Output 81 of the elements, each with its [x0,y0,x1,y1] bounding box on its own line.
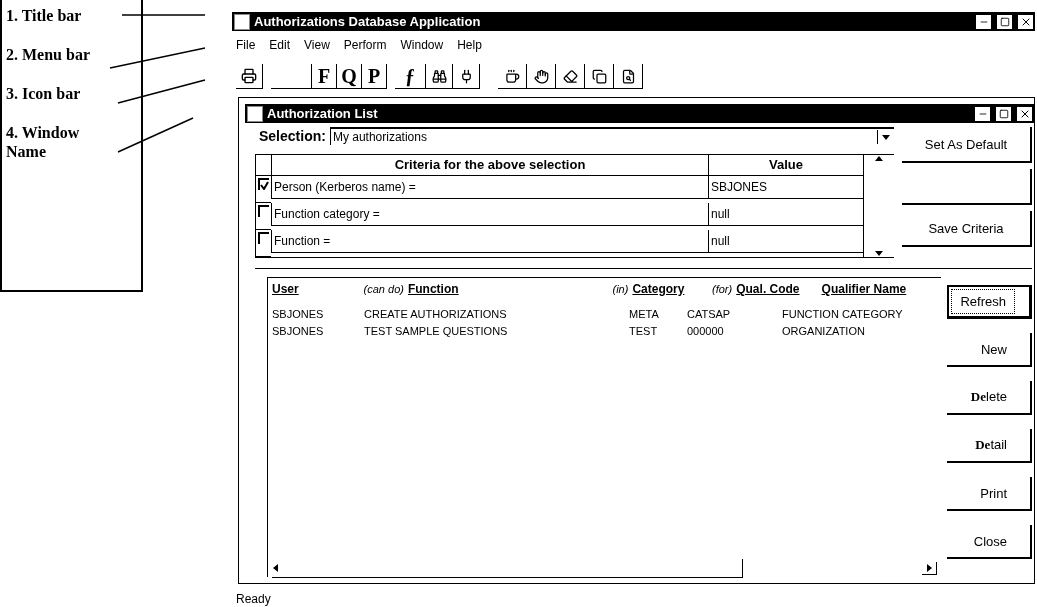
callout-label: 4. Window Name [6,123,81,161]
selection-dropdown[interactable]: My authorizations [329,127,894,145]
plug-icon[interactable] [453,64,480,89]
table-cell: null [708,230,863,253]
minimize-button[interactable] [976,14,991,29]
table-cell-text: 000000 [687,324,725,339]
table-cell: Function category = [271,203,708,226]
maximize-icon [999,16,1010,27]
table-cell: Function = [271,230,708,253]
table-cell-text: TEST [629,324,659,339]
tool-button[interactable]: P [362,64,387,89]
side-button[interactable]: Set As Default [902,127,1032,163]
column-header: Qualifier Name [821,282,907,296]
table-cell-text: FUNCTION CATEGORY [782,307,904,322]
table-cell: SBJONES [708,176,863,199]
column-prefix: (in) [612,283,629,295]
table-cell-text: ORGANIZATION [782,324,866,339]
selection-label: Selection: [259,128,326,144]
maximize-button[interactable] [997,14,1012,29]
app-icon [247,105,263,122]
table-cell-text: SBJONES [272,324,325,339]
copy-icon[interactable] [585,64,614,89]
callout-label: 1. Title bar [6,6,83,25]
tool-button[interactable]: ƒ [395,64,426,89]
cup-icon[interactable] [498,64,527,89]
window-title: Authorizations Database Application [254,14,482,29]
page-search-icon[interactable] [614,64,643,89]
minimize-button[interactable] [975,106,990,121]
column-header: User [272,282,299,296]
table-cell-text: SBJONES [272,307,325,322]
column-header: Category [632,282,685,296]
menu-item[interactable]: Edit [269,38,291,52]
callout-label: 3. Icon bar [6,84,82,103]
checkbox[interactable] [258,232,269,244]
scroll-up-icon[interactable] [875,155,883,163]
hand-icon[interactable] [527,64,556,89]
checkbox[interactable] [258,178,269,190]
close-button[interactable] [1018,14,1033,29]
scrollbar[interactable] [272,558,743,578]
status-text: Ready [235,591,272,606]
blank-tool-button[interactable] [271,64,312,89]
action-button[interactable]: Close [947,525,1032,559]
column-header: Value [708,155,863,176]
maximize-icon [998,108,1009,119]
column-header: Function [407,282,459,296]
menu-item[interactable]: Perform [343,38,387,52]
close-button[interactable] [1017,106,1032,121]
menu-item[interactable]: View [304,38,330,52]
binoculars-icon[interactable] [426,64,453,89]
app-icon [234,13,250,30]
menu-item[interactable]: File [236,38,256,52]
column-prefix: (for) [712,283,733,295]
scroll-right-icon[interactable] [925,563,933,572]
action-button[interactable]: Detail [947,429,1032,463]
action-button[interactable]: Refresh [947,285,1032,319]
side-button[interactable]: Save Criteria [902,211,1032,247]
table-cell-text: TEST SAMPLE QUESTIONS [364,324,509,339]
menu-item[interactable]: Window [400,38,444,52]
eraser-icon[interactable] [556,64,585,89]
tool-button[interactable]: F [312,64,337,89]
dropdown-arrow-icon[interactable] [882,133,890,141]
action-button[interactable]: Print [947,477,1032,511]
scroll-left-icon[interactable] [272,563,280,572]
checkbox[interactable] [258,205,269,217]
table-cell-text: META [629,307,660,322]
callout-label: 2. Menu bar [6,45,91,64]
menu-item[interactable]: Help [457,38,482,52]
print-button[interactable] [236,64,263,89]
maximize-button[interactable] [996,106,1011,121]
column-header: Criteria for the above selection [271,155,708,176]
table-cell: Person (Kerberos name) = [271,176,708,199]
table-cell-text: CREATE AUTHORIZATIONS [364,307,508,322]
table-cell-text: CATSAP [687,307,732,322]
window-title: Authorization List [267,106,379,121]
column-prefix: (can do) [363,283,404,295]
action-button[interactable]: New [947,333,1032,367]
action-button[interactable]: Delete [947,381,1032,415]
table-cell: null [708,203,863,226]
column-header: Qual. Code [736,282,800,296]
scroll-down-icon[interactable] [875,249,883,257]
tool-button[interactable]: Q [337,64,362,89]
